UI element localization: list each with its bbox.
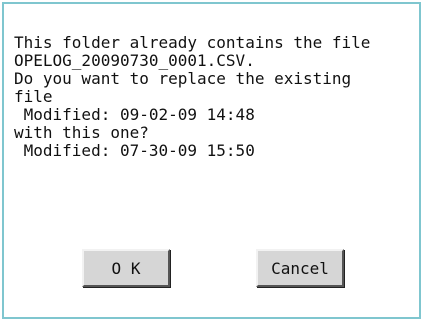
message-line: Modified: 09-02-09 14:48	[14, 105, 255, 124]
message-line: Do you want to replace the existing	[14, 69, 352, 88]
replace-file-dialog: This folder already contains the file OP…	[2, 2, 421, 319]
message-line: OPELOG_20090730_0001.CSV.	[14, 51, 255, 70]
cancel-button[interactable]: Cancel	[256, 249, 344, 287]
ok-button[interactable]: O K	[82, 249, 170, 287]
message-line: This folder already contains the file	[14, 33, 371, 52]
message-line: file	[14, 87, 53, 106]
message-line: with this one?	[14, 123, 149, 142]
dialog-message: This folder already contains the file OP…	[14, 34, 414, 160]
message-line: Modified: 07-30-09 15:50	[14, 141, 255, 160]
